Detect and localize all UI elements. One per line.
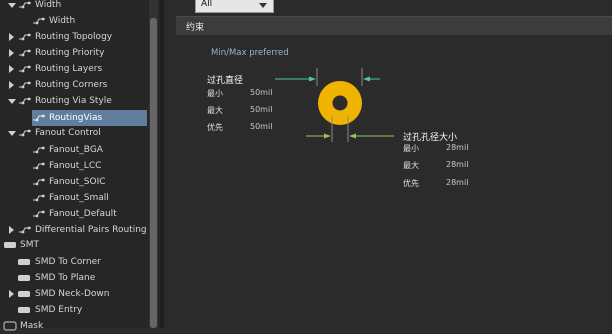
via-diagram — [275, 68, 394, 142]
via-hole — [332, 95, 348, 111]
via-diameter-dimension — [275, 68, 380, 86]
